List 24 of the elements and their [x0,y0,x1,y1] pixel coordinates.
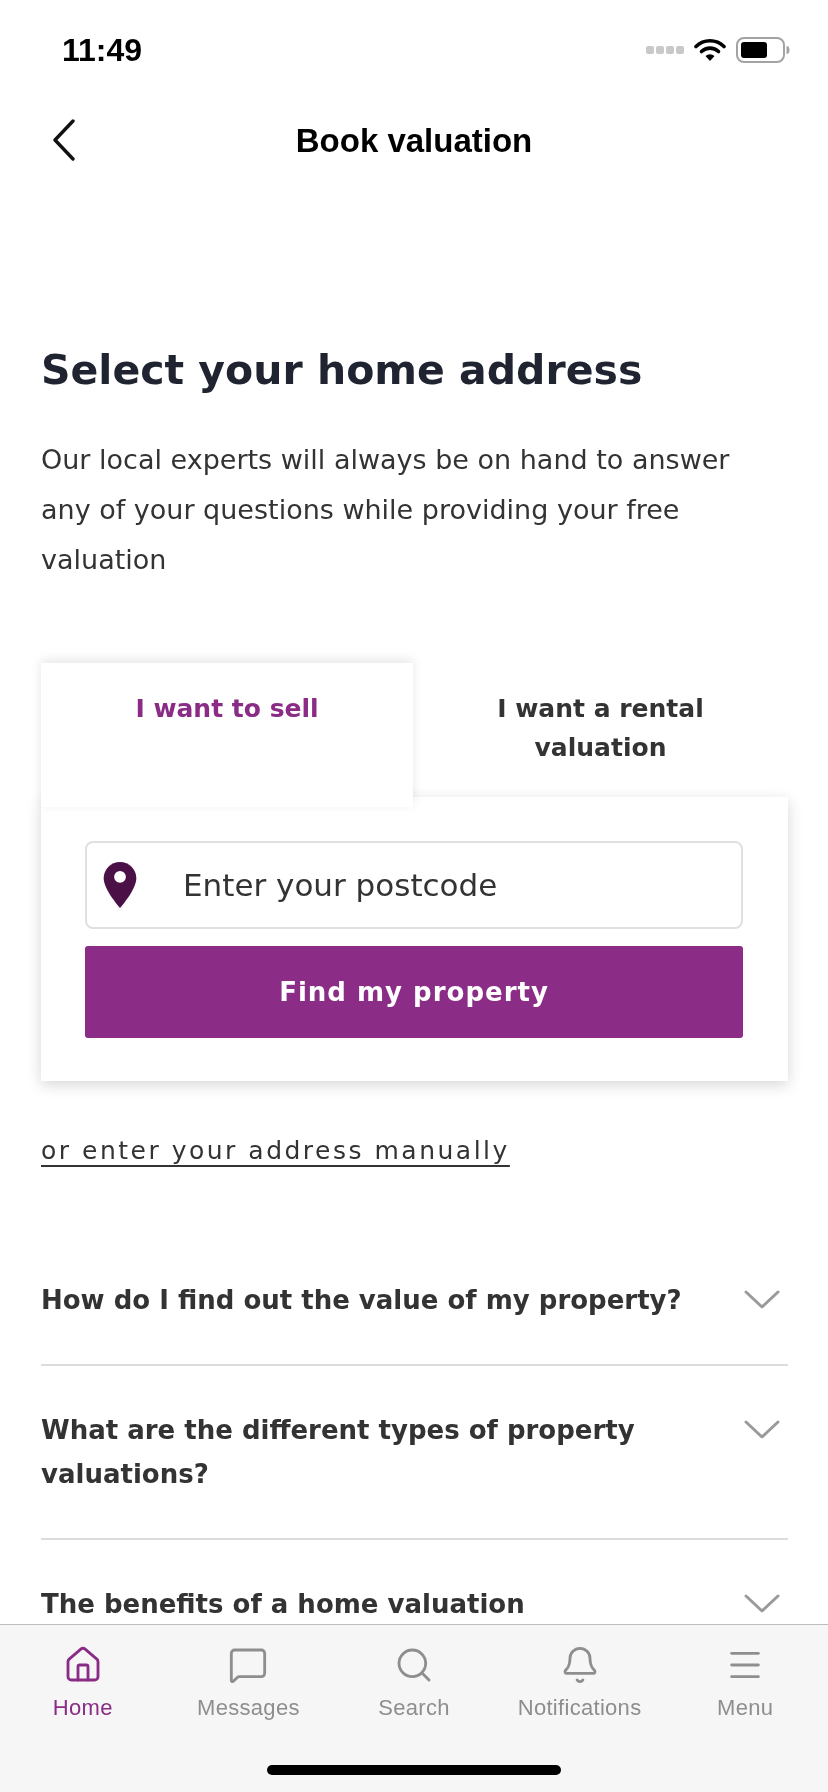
valuation-tab[interactable]: I want a rental valuation [413,663,788,797]
valuation-tab[interactable]: I want to sell [41,663,413,807]
section-heading: Select your home address [41,346,644,394]
faq-row[interactable]: How do I find out the value of my property? [41,1236,788,1366]
chevron-down-icon [744,1594,780,1614]
chevron-down-icon [744,1290,780,1310]
find-property-button[interactable]: Find my property [85,946,743,1038]
location-pin-icon [102,862,138,908]
faq-row[interactable]: What are the different types of property valuations? [41,1366,788,1540]
status-time: 11:49 [62,34,143,66]
tab-bar-item[interactable]: Home [0,1645,166,1721]
manual-address-link[interactable]: or enter your address manually [41,1136,510,1166]
postcode-field[interactable]: Enter your postcode [85,841,743,929]
intro-paragraph: Our local experts will always be on hand to answer any of your questions while providing your free valuation [41,443,731,577]
faq-row[interactable]: The benefits of a home valuation [41,1540,788,1624]
back-chevron-icon [52,119,76,161]
faq-question: The benefits of a home valuation [41,1588,525,1621]
wifi-icon [694,38,726,62]
cellular-signal-icon [646,45,684,55]
faq-question: What are the different types of property valuations? [41,1414,636,1491]
faq-question: How do I find out the value of my property? [41,1284,682,1317]
page-title: Book valuation [295,123,533,157]
battery-icon [736,37,790,63]
chevron-down-icon [744,1420,780,1440]
